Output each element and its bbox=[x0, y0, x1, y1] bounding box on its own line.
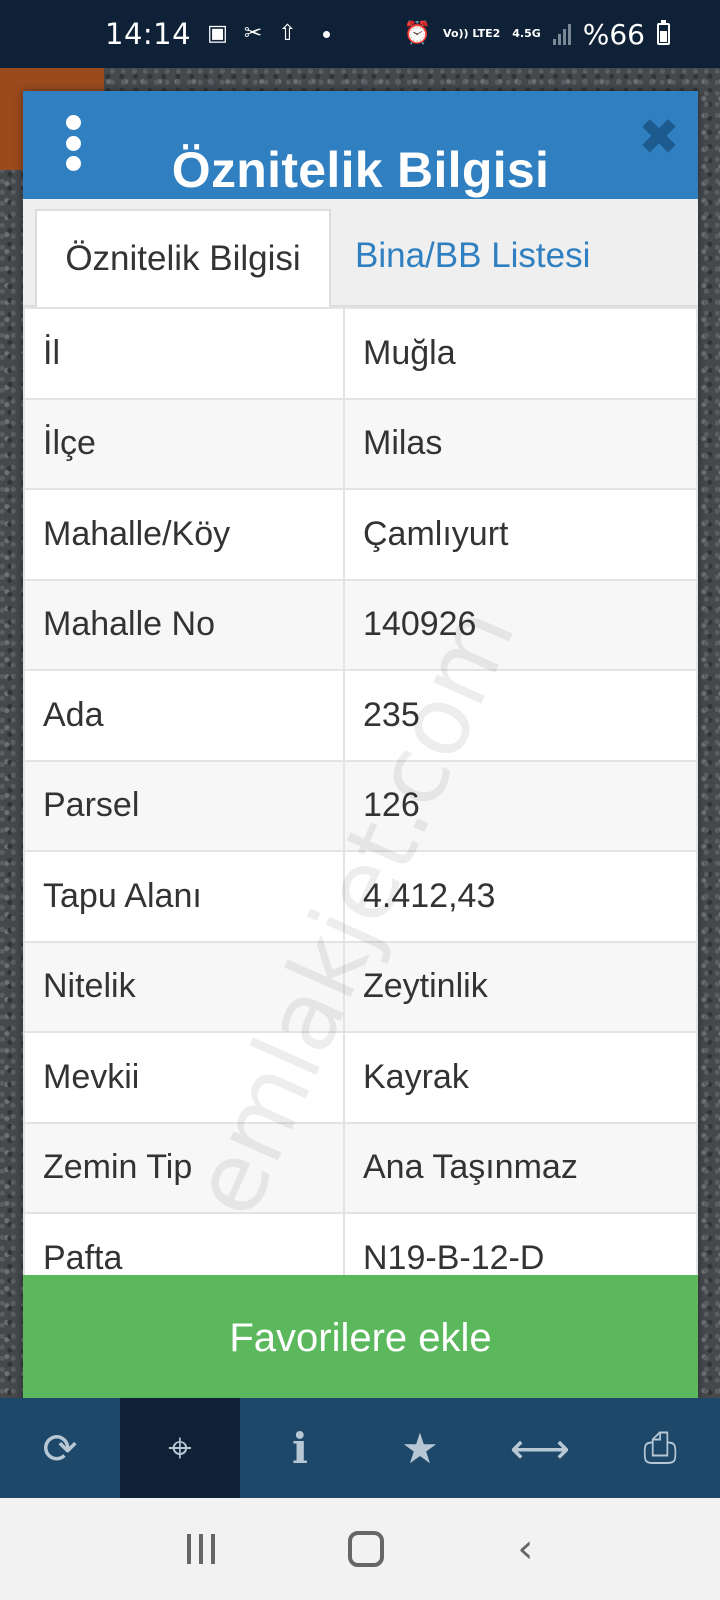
refresh-icon[interactable]: ⟳ bbox=[0, 1398, 120, 1498]
add-to-favorites-button[interactable]: Favorilere ekle bbox=[23, 1275, 698, 1402]
attribute-row: İl Muğla bbox=[23, 307, 698, 400]
map-toolbar: ⟳ ⌖ i ★ ⟷ ⎙ bbox=[0, 1398, 720, 1498]
attribute-value: 140926 bbox=[343, 578, 698, 671]
volte-icon: Vo)) LTE2 bbox=[443, 27, 501, 40]
status-time: 14:14 bbox=[105, 17, 192, 51]
attribute-value: Kayrak bbox=[343, 1031, 698, 1124]
attribute-value: 235 bbox=[343, 669, 698, 762]
close-icon[interactable]: ✖ bbox=[636, 112, 682, 162]
alarm-icon: ⏰ bbox=[403, 21, 432, 46]
attribute-value: Zeytinlik bbox=[343, 940, 698, 1033]
attribute-value: Ana Taşınmaz bbox=[343, 1121, 698, 1214]
tab-attribute-info[interactable]: Öznitelik Bilgisi bbox=[35, 209, 331, 307]
locate-icon[interactable]: ⌖ bbox=[120, 1398, 240, 1498]
attribute-row: İlçe Milas bbox=[23, 397, 698, 490]
recents-icon[interactable] bbox=[186, 1534, 215, 1564]
info-icon[interactable]: i bbox=[240, 1398, 360, 1498]
status-bar: 14:14 ▣ ✂ ⇧ ⏰ Vo)) LTE2 4.5G %66 bbox=[0, 0, 720, 68]
signal-icon bbox=[552, 23, 571, 45]
attribute-key: Zemin Tip bbox=[23, 1121, 345, 1214]
upload-cloud-icon: ⇧ bbox=[278, 21, 297, 46]
battery-level: %66 bbox=[582, 17, 645, 51]
back-icon[interactable]: ‹ bbox=[517, 1526, 533, 1572]
attribute-value: 126 bbox=[343, 759, 698, 852]
gallery-icon: ▣ bbox=[207, 21, 228, 46]
attribute-row: Mahalle/Köy Çamlıyurt bbox=[23, 488, 698, 581]
attribute-key: Nitelik bbox=[23, 940, 345, 1033]
attribute-key: Mevkii bbox=[23, 1031, 345, 1124]
attribute-row: Nitelik Zeytinlik bbox=[23, 940, 698, 1033]
attribute-table: İl Muğla İlçe Milas Mahalle/Köy Çamlıyurt Maha… bbox=[23, 307, 698, 1305]
attribute-key: Mahalle No bbox=[23, 578, 345, 671]
attribute-row: Mahalle No 140926 bbox=[23, 578, 698, 671]
dot-icon bbox=[322, 30, 330, 38]
attribute-value: Muğla bbox=[343, 307, 698, 400]
tab-building-list[interactable]: Bina/BB Listesi bbox=[331, 207, 608, 305]
attribute-key: İlçe bbox=[23, 397, 345, 490]
screen: 14:14 ▣ ✂ ⇧ ⏰ Vo)) LTE2 4.5G %66 Öznitel… bbox=[0, 0, 720, 1600]
attribute-value: 4.412,43 bbox=[343, 850, 698, 943]
attribute-row: Mevkii Kayrak bbox=[23, 1031, 698, 1124]
attribute-key: Mahalle/Köy bbox=[23, 488, 345, 581]
attribute-dialog: Öznitelik Bilgisi ✖ Öznitelik Bilgisi Bi… bbox=[23, 91, 698, 1402]
dialog-title: Öznitelik Bilgisi bbox=[171, 142, 550, 198]
network-type: 4.5G bbox=[512, 27, 541, 40]
attribute-key: İl bbox=[23, 307, 345, 400]
star-icon[interactable]: ★ bbox=[360, 1398, 480, 1498]
attribute-row: Zemin Tip Ana Taşınmaz bbox=[23, 1121, 698, 1214]
print-icon[interactable]: ⎙ bbox=[600, 1398, 720, 1498]
capcut-icon: ✂ bbox=[243, 21, 263, 46]
attribute-row: Parsel 126 bbox=[23, 759, 698, 852]
system-nav-bar: ‹ bbox=[0, 1498, 720, 1600]
dialog-header: Öznitelik Bilgisi ✖ bbox=[23, 91, 698, 199]
battery-icon bbox=[657, 20, 670, 45]
attribute-key: Tapu Alanı bbox=[23, 850, 345, 943]
measure-icon[interactable]: ⟷ bbox=[480, 1398, 600, 1498]
attribute-row: Tapu Alanı 4.412,43 bbox=[23, 850, 698, 943]
home-icon[interactable] bbox=[347, 1531, 384, 1567]
attribute-row: Ada 235 bbox=[23, 669, 698, 762]
attribute-value: Çamlıyurt bbox=[343, 488, 698, 581]
attribute-key: Parsel bbox=[23, 759, 345, 852]
attribute-value: Milas bbox=[343, 397, 698, 490]
tab-bar: Öznitelik Bilgisi Bina/BB Listesi bbox=[23, 199, 698, 307]
status-left: 14:14 ▣ ✂ ⇧ bbox=[105, 17, 330, 51]
status-right: ⏰ Vo)) LTE2 4.5G %66 bbox=[404, 18, 670, 51]
attribute-key: Ada bbox=[23, 669, 345, 762]
